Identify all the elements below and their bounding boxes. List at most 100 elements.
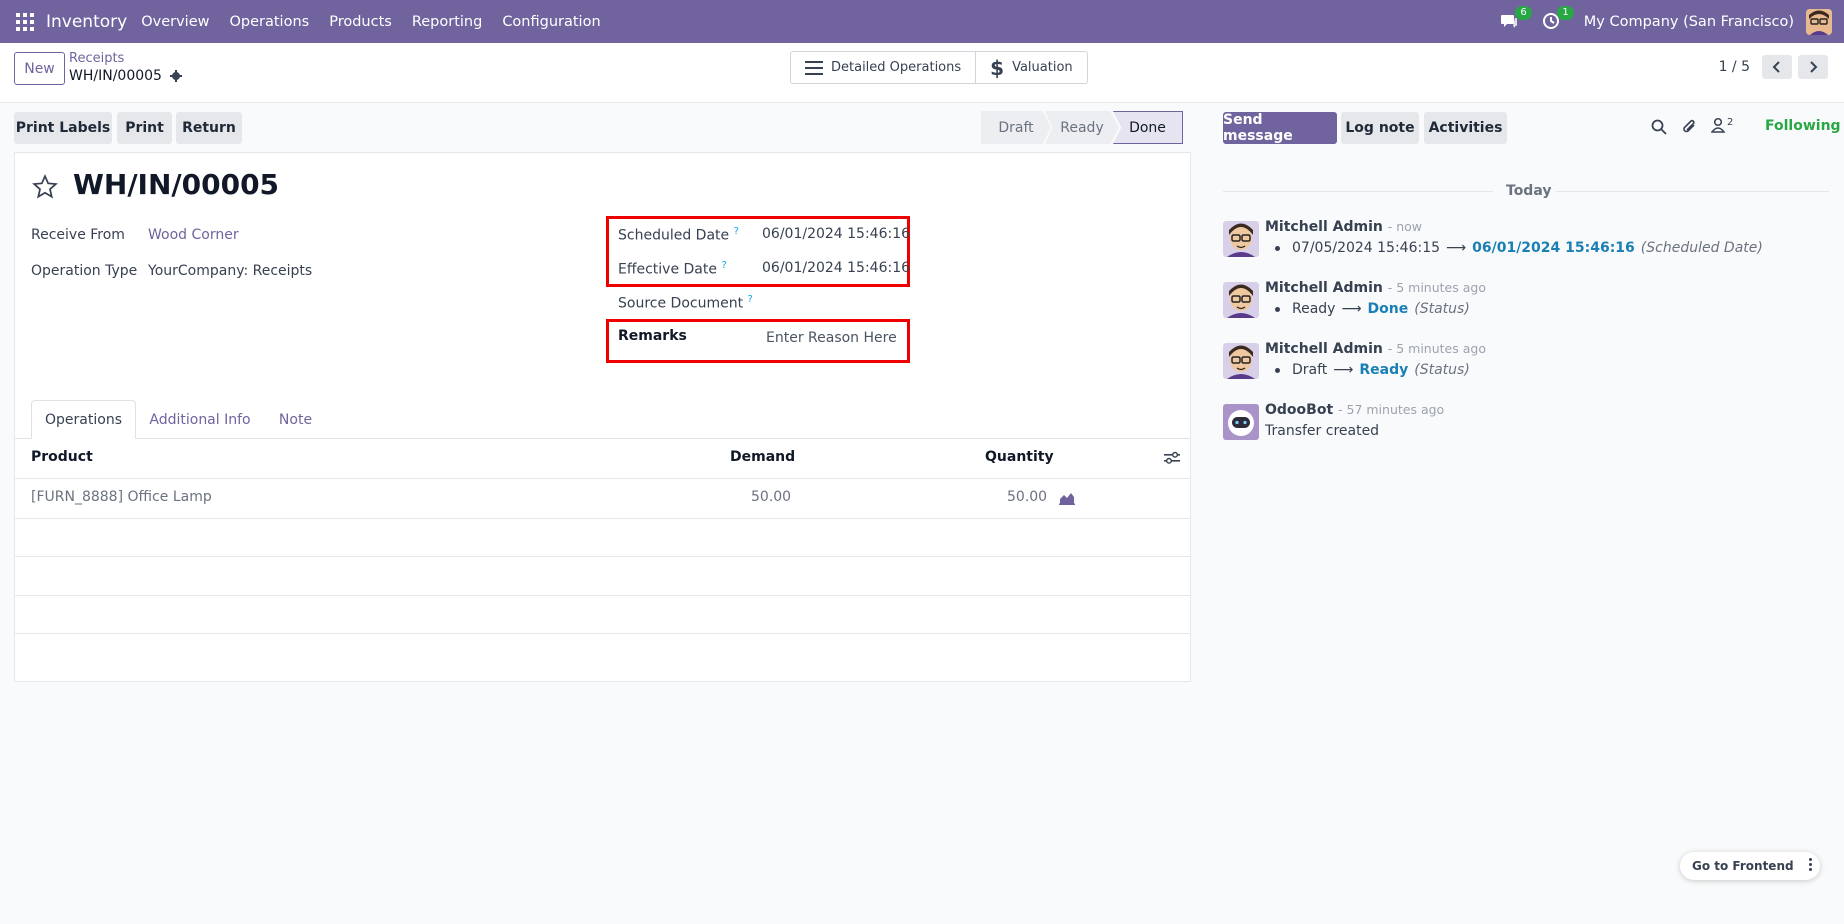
bullet	[1275, 367, 1280, 373]
app-brand[interactable]: Inventory	[46, 12, 127, 32]
status-bar: Draft Ready Done	[981, 111, 1183, 144]
message-time: - 5 minutes ago	[1387, 341, 1486, 356]
receive-from-value[interactable]: Wood Corner	[148, 227, 239, 243]
remarks-input[interactable]: Enter Reason Here	[766, 330, 897, 346]
followers-button[interactable]: 2	[1711, 117, 1733, 133]
forecast-chart-icon[interactable]	[1059, 491, 1075, 505]
log-note-button[interactable]: Log note	[1341, 112, 1419, 144]
message-author: OdooBot - 57 minutes ago	[1265, 402, 1444, 418]
today-divider-right	[1556, 191, 1829, 192]
pager-value[interactable]: 1 / 5	[1719, 59, 1750, 75]
message-author: Mitchell Admin - 5 minutes ago	[1265, 280, 1486, 296]
effective-date-label: Effective Date ?	[618, 260, 727, 278]
avatar[interactable]	[1223, 221, 1259, 257]
table-row-line	[15, 518, 1190, 519]
company-switcher[interactable]: My Company (San Francisco)	[1584, 14, 1794, 30]
column-quantity[interactable]: Quantity	[985, 449, 1054, 465]
row-product[interactable]: [FURN_8888] Office Lamp	[31, 489, 212, 505]
menu-products[interactable]: Products	[329, 14, 392, 30]
message-author-name[interactable]: Mitchell Admin	[1265, 280, 1383, 296]
receive-from-label: Receive From	[31, 227, 125, 243]
arrow-right-icon: ⟶	[1341, 301, 1362, 317]
column-product[interactable]: Product	[31, 449, 93, 465]
status-draft[interactable]: Draft	[981, 111, 1051, 144]
scheduled-date-value[interactable]: 06/01/2024 15:46:16	[762, 226, 910, 242]
messages-button[interactable]: 6	[1500, 5, 1532, 32]
print-labels-button[interactable]: Print Labels	[14, 112, 112, 144]
record-title: WH/IN/00005	[73, 168, 280, 201]
menu-overview[interactable]: Overview	[141, 14, 209, 30]
menu-reporting[interactable]: Reporting	[412, 14, 483, 30]
valuation-button[interactable]: $ Valuation	[975, 52, 1087, 83]
avatar[interactable]	[1223, 282, 1259, 318]
pager-next-button[interactable]	[1798, 55, 1828, 79]
scheduled-date-help[interactable]: ?	[734, 226, 739, 237]
message-author-name[interactable]: OdooBot	[1265, 402, 1333, 418]
source-document-help[interactable]: ?	[748, 294, 753, 305]
tab-operations[interactable]: Operations	[31, 400, 136, 439]
new-button[interactable]: New	[14, 52, 65, 85]
chevron-left-icon	[1772, 61, 1780, 73]
menu-operations[interactable]: Operations	[229, 14, 309, 30]
star-icon[interactable]	[32, 174, 58, 200]
table-row-line	[15, 556, 1190, 557]
row-quantity[interactable]: 50.00	[1007, 489, 1047, 505]
top-navbar: Inventory Overview Operations Products R…	[0, 0, 1844, 43]
tab-additional-info[interactable]: Additional Info	[142, 400, 258, 439]
operation-type-value[interactable]: YourCompany: Receipts	[148, 263, 312, 279]
tab-note[interactable]: Note	[268, 400, 323, 439]
activities-button-chatter[interactable]: Activities	[1424, 112, 1507, 144]
message-time: - 5 minutes ago	[1387, 280, 1486, 295]
paperclip-icon[interactable]	[1682, 118, 1698, 136]
user-icon	[1711, 117, 1725, 133]
list-icon	[805, 60, 823, 75]
tracking-value: 07/05/2024 15:46:15 ⟶ 06/01/2024 15:46:1…	[1275, 240, 1763, 256]
go-to-frontend-button[interactable]: Go to Frontend	[1680, 852, 1820, 880]
more-options-icon[interactable]	[1809, 858, 1812, 871]
arrow-right-icon: ⟶	[1446, 240, 1467, 256]
row-demand[interactable]: 50.00	[751, 489, 791, 505]
status-done[interactable]: Done	[1113, 111, 1183, 144]
gear-icon[interactable]	[169, 70, 182, 82]
tracked-field: (Scheduled Date)	[1640, 240, 1763, 256]
effective-date-help[interactable]: ?	[721, 260, 726, 271]
scheduled-date-label-text: Scheduled Date	[618, 227, 730, 244]
detailed-operations-button[interactable]: Detailed Operations	[791, 52, 975, 83]
following-button[interactable]: Following	[1765, 118, 1841, 134]
message-body: Transfer created	[1265, 423, 1380, 439]
old-value: 07/05/2024 15:46:15	[1292, 240, 1441, 256]
return-button[interactable]: Return	[176, 112, 242, 144]
new-value: Ready	[1359, 362, 1409, 378]
avatar[interactable]	[1223, 343, 1259, 379]
breadcrumb-current-label: WH/IN/00005	[69, 68, 162, 84]
followers-count: 2	[1727, 117, 1734, 128]
user-avatar[interactable]	[1806, 8, 1832, 35]
message-time: - 57 minutes ago	[1338, 402, 1445, 417]
today-label: Today	[1506, 183, 1552, 199]
smart-buttons: Detailed Operations $ Valuation	[790, 51, 1088, 84]
bullet	[1275, 245, 1280, 251]
remarks-label: Remarks	[618, 328, 687, 344]
apps-menu-icon[interactable]	[16, 12, 34, 31]
message-author-name[interactable]: Mitchell Admin	[1265, 219, 1383, 235]
source-document-label: Source Document ?	[618, 294, 753, 312]
bullet	[1275, 306, 1280, 312]
breadcrumb-current: WH/IN/00005	[69, 68, 182, 84]
search-icon[interactable]	[1651, 119, 1667, 135]
send-message-button[interactable]: Send message	[1223, 112, 1337, 144]
optional-columns-icon[interactable]	[1164, 451, 1180, 465]
pager-previous-button[interactable]	[1762, 55, 1792, 79]
tracked-field: (Status)	[1414, 301, 1470, 317]
breadcrumb-receipts[interactable]: Receipts	[69, 51, 124, 66]
print-button[interactable]: Print	[117, 112, 172, 144]
column-demand[interactable]: Demand	[730, 449, 795, 465]
new-value: 06/01/2024 15:46:16	[1472, 240, 1635, 256]
menu-configuration[interactable]: Configuration	[502, 14, 600, 30]
odoobot-avatar[interactable]	[1223, 404, 1259, 440]
table-row-line	[15, 595, 1190, 596]
messages-badge: 6	[1515, 5, 1532, 20]
control-panel: New Receipts WH/IN/00005 Detailed Operat…	[0, 43, 1844, 103]
message-author-name[interactable]: Mitchell Admin	[1265, 341, 1383, 357]
activities-button[interactable]: 1	[1542, 5, 1574, 32]
status-ready[interactable]: Ready	[1045, 111, 1119, 144]
